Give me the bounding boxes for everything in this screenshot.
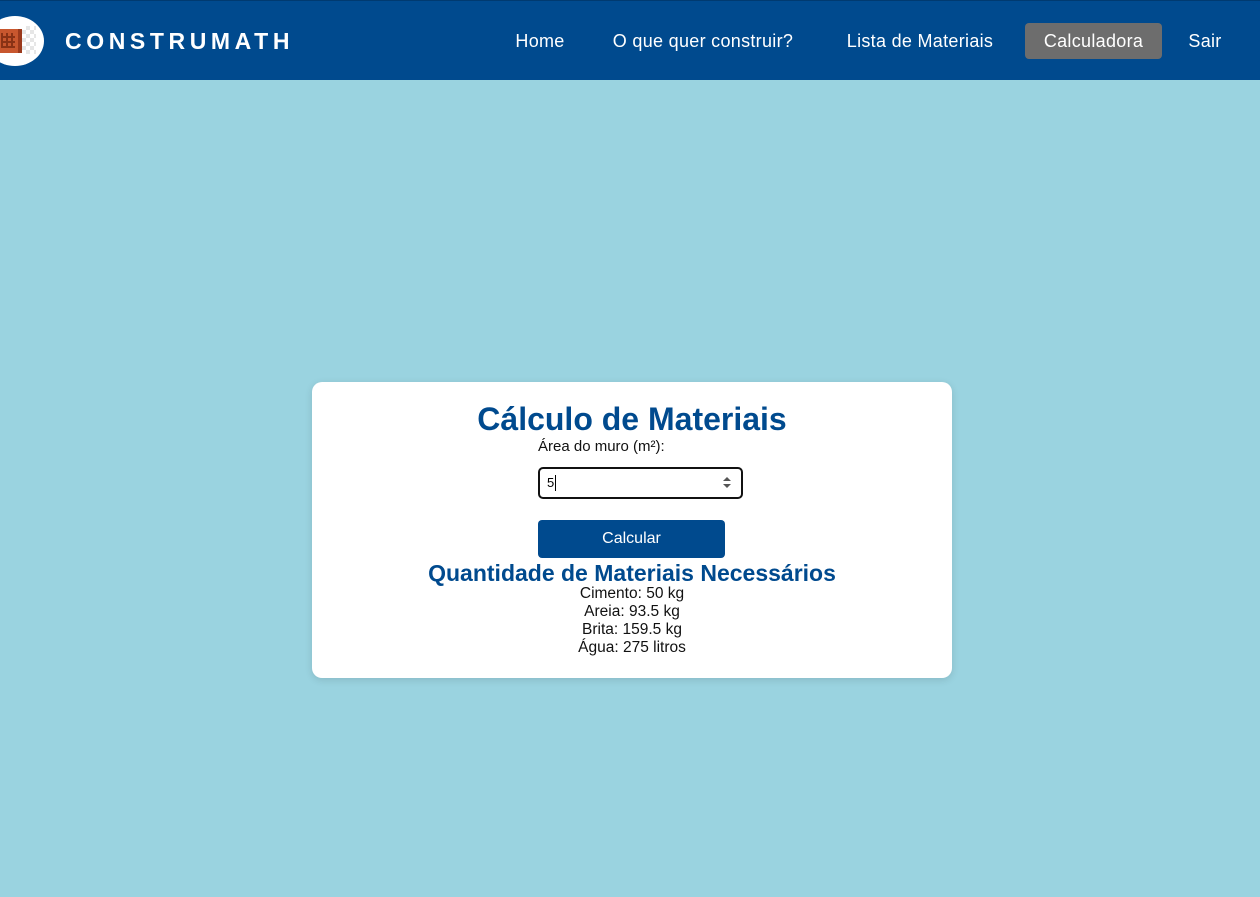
brick-icon <box>0 29 22 53</box>
nav-link-o-que-quer-construir[interactable]: O que quer construir? <box>596 23 810 59</box>
top-navbar: CONSTRUMATH Home O que quer construir? L… <box>0 0 1260 80</box>
result-areia: Areia: 93.5 kg <box>584 603 680 620</box>
nav-link-sair[interactable]: Sair <box>1177 23 1233 59</box>
result-agua: Água: 275 litros <box>578 639 686 656</box>
result-brita: Brita: 159.5 kg <box>582 621 682 638</box>
area-input[interactable]: 5 <box>538 467 743 499</box>
area-input-value[interactable]: 5 <box>547 475 554 491</box>
nav-link-calculadora[interactable]: Calculadora <box>1025 23 1162 59</box>
brick-logo-icon[interactable] <box>0 16 44 66</box>
result-cimento: Cimento: 50 kg <box>579 585 685 602</box>
number-spinner[interactable] <box>722 476 732 490</box>
text-caret <box>555 475 556 491</box>
calcular-button[interactable]: Calcular <box>538 520 725 558</box>
brand-name[interactable]: CONSTRUMATH <box>65 27 294 55</box>
spinner-down-icon[interactable] <box>723 484 731 488</box>
calculator-card: Cálculo de Materiais Área do muro (m²): … <box>312 382 952 678</box>
nav-link-lista-de-materiais[interactable]: Lista de Materiais <box>831 23 1009 59</box>
logo-background <box>22 26 36 54</box>
results-title: Quantidade de Materiais Necessários <box>428 560 836 586</box>
area-label: Área do muro (m²): <box>538 438 665 455</box>
nav-link-home[interactable]: Home <box>504 23 576 59</box>
page-title: Cálculo de Materiais <box>477 401 787 437</box>
spinner-up-icon[interactable] <box>723 477 731 481</box>
